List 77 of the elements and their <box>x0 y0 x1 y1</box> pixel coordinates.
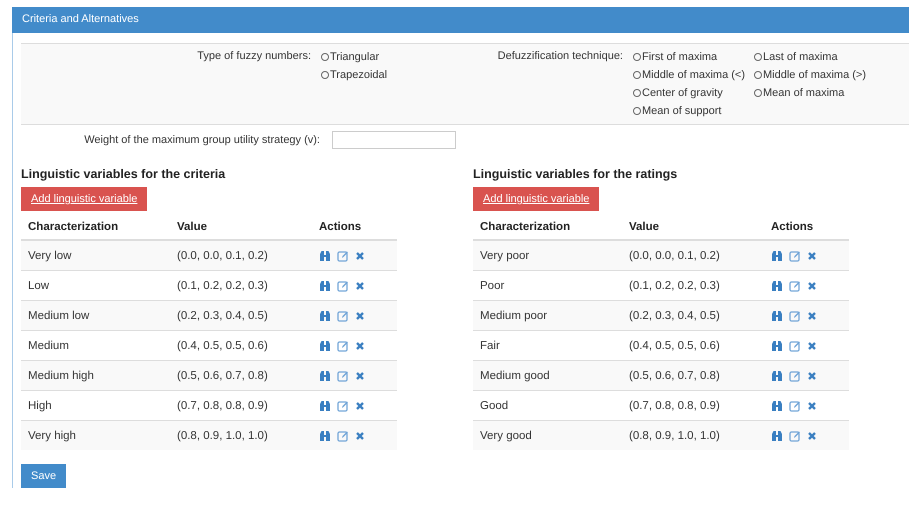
delete-icon[interactable] <box>355 370 365 380</box>
binoculars-icon[interactable] <box>319 250 331 262</box>
delete-icon[interactable] <box>355 310 365 320</box>
delete-icon[interactable] <box>807 340 817 350</box>
add-button[interactable]: Add linguistic variable <box>473 187 600 211</box>
edit-icon[interactable] <box>337 310 349 322</box>
edit-icon[interactable] <box>789 400 801 412</box>
binoculars-icon[interactable] <box>771 430 783 442</box>
binoculars-icon[interactable] <box>771 370 783 382</box>
section-title: Linguistic variables for the criteria <box>21 167 226 181</box>
field-label: Weight of the maximum group utility strategy (v): <box>83 134 321 146</box>
delete-icon[interactable] <box>807 250 817 260</box>
table-cell: Very high <box>21 420 170 450</box>
radio-option[interactable]: Center of gravity <box>633 84 754 101</box>
delete-icon[interactable] <box>355 250 365 260</box>
radio-option[interactable]: First of maxima <box>633 48 754 65</box>
table-cell: (0.8, 0.9, 1.0, 1.0) <box>622 420 764 450</box>
edit-icon[interactable] <box>337 250 349 262</box>
delete-icon[interactable] <box>807 370 817 380</box>
table-cell: Medium low <box>21 300 170 330</box>
radio-option[interactable]: Middle of maxima (>) <box>754 66 884 83</box>
table-cell: (0.5, 0.6, 0.7, 0.8) <box>170 360 312 390</box>
edit-icon[interactable] <box>789 430 801 442</box>
binoculars-icon[interactable] <box>319 340 331 352</box>
delete-icon[interactable] <box>355 340 365 350</box>
edit-icon[interactable] <box>789 340 801 352</box>
edit-icon[interactable] <box>337 430 349 442</box>
binoculars-icon[interactable] <box>319 400 331 412</box>
edit-icon[interactable] <box>789 370 801 382</box>
table-cell: (0.2, 0.3, 0.4, 0.5) <box>170 300 312 330</box>
edit-icon[interactable] <box>789 310 801 322</box>
binoculars-icon[interactable] <box>319 280 331 292</box>
table-cell: Very low <box>21 240 170 270</box>
table-cell: Very poor <box>473 240 622 270</box>
binoculars-icon[interactable] <box>319 430 331 442</box>
binoculars-icon[interactable] <box>771 280 783 292</box>
delete-icon[interactable] <box>355 280 365 290</box>
edit-icon[interactable] <box>337 370 349 382</box>
edit-icon[interactable] <box>789 280 801 292</box>
table-cell: (0.8, 0.9, 1.0, 1.0) <box>170 420 312 450</box>
table-cell: (0.2, 0.3, 0.4, 0.5) <box>622 300 764 330</box>
table-cell: (0.5, 0.6, 0.7, 0.8) <box>622 360 764 390</box>
field-label: Type of fuzzy numbers: <box>196 49 312 64</box>
save-button[interactable]: Save <box>21 464 66 488</box>
delete-icon[interactable] <box>807 280 817 290</box>
radio-option[interactable]: Trapezoidal <box>321 66 481 83</box>
binoculars-icon[interactable] <box>319 370 331 382</box>
delete-icon[interactable] <box>355 400 365 410</box>
edit-icon[interactable] <box>337 400 349 412</box>
radio-option[interactable]: Triangular <box>321 48 481 65</box>
input-field[interactable] <box>332 131 456 149</box>
delete-icon[interactable] <box>807 400 817 410</box>
table-cell: (0.0, 0.0, 0.1, 0.2) <box>622 240 764 270</box>
binoculars-icon[interactable] <box>771 250 783 262</box>
radio-option[interactable]: Mean of support <box>633 102 754 119</box>
radio-option[interactable]: Middle of maxima (<) <box>633 66 754 83</box>
table-cell: Medium poor <box>473 300 622 330</box>
radio-option[interactable]: Mean of maxima <box>754 84 884 101</box>
edit-icon[interactable] <box>337 340 349 352</box>
delete-icon[interactable] <box>807 310 817 320</box>
binoculars-icon[interactable] <box>771 400 783 412</box>
delete-icon[interactable] <box>807 430 817 440</box>
panel-title: Criteria and Alternatives <box>12 7 909 33</box>
edit-icon[interactable] <box>337 280 349 292</box>
table-cell: Medium high <box>21 360 170 390</box>
binoculars-icon[interactable] <box>771 310 783 322</box>
radio-option[interactable]: Last of maxima <box>754 48 884 65</box>
binoculars-icon[interactable] <box>319 310 331 322</box>
edit-icon[interactable] <box>789 250 801 262</box>
binoculars-icon[interactable] <box>771 340 783 352</box>
table-cell: Medium good <box>473 360 622 390</box>
table-cell: Very good <box>473 420 622 450</box>
table-cell: (0.0, 0.0, 0.1, 0.2) <box>170 240 312 270</box>
add-button[interactable]: Add linguistic variable <box>21 187 148 211</box>
delete-icon[interactable] <box>355 430 365 440</box>
section-title: Linguistic variables for the ratings <box>473 167 678 181</box>
field-label: Defuzzification technique: <box>496 49 624 64</box>
